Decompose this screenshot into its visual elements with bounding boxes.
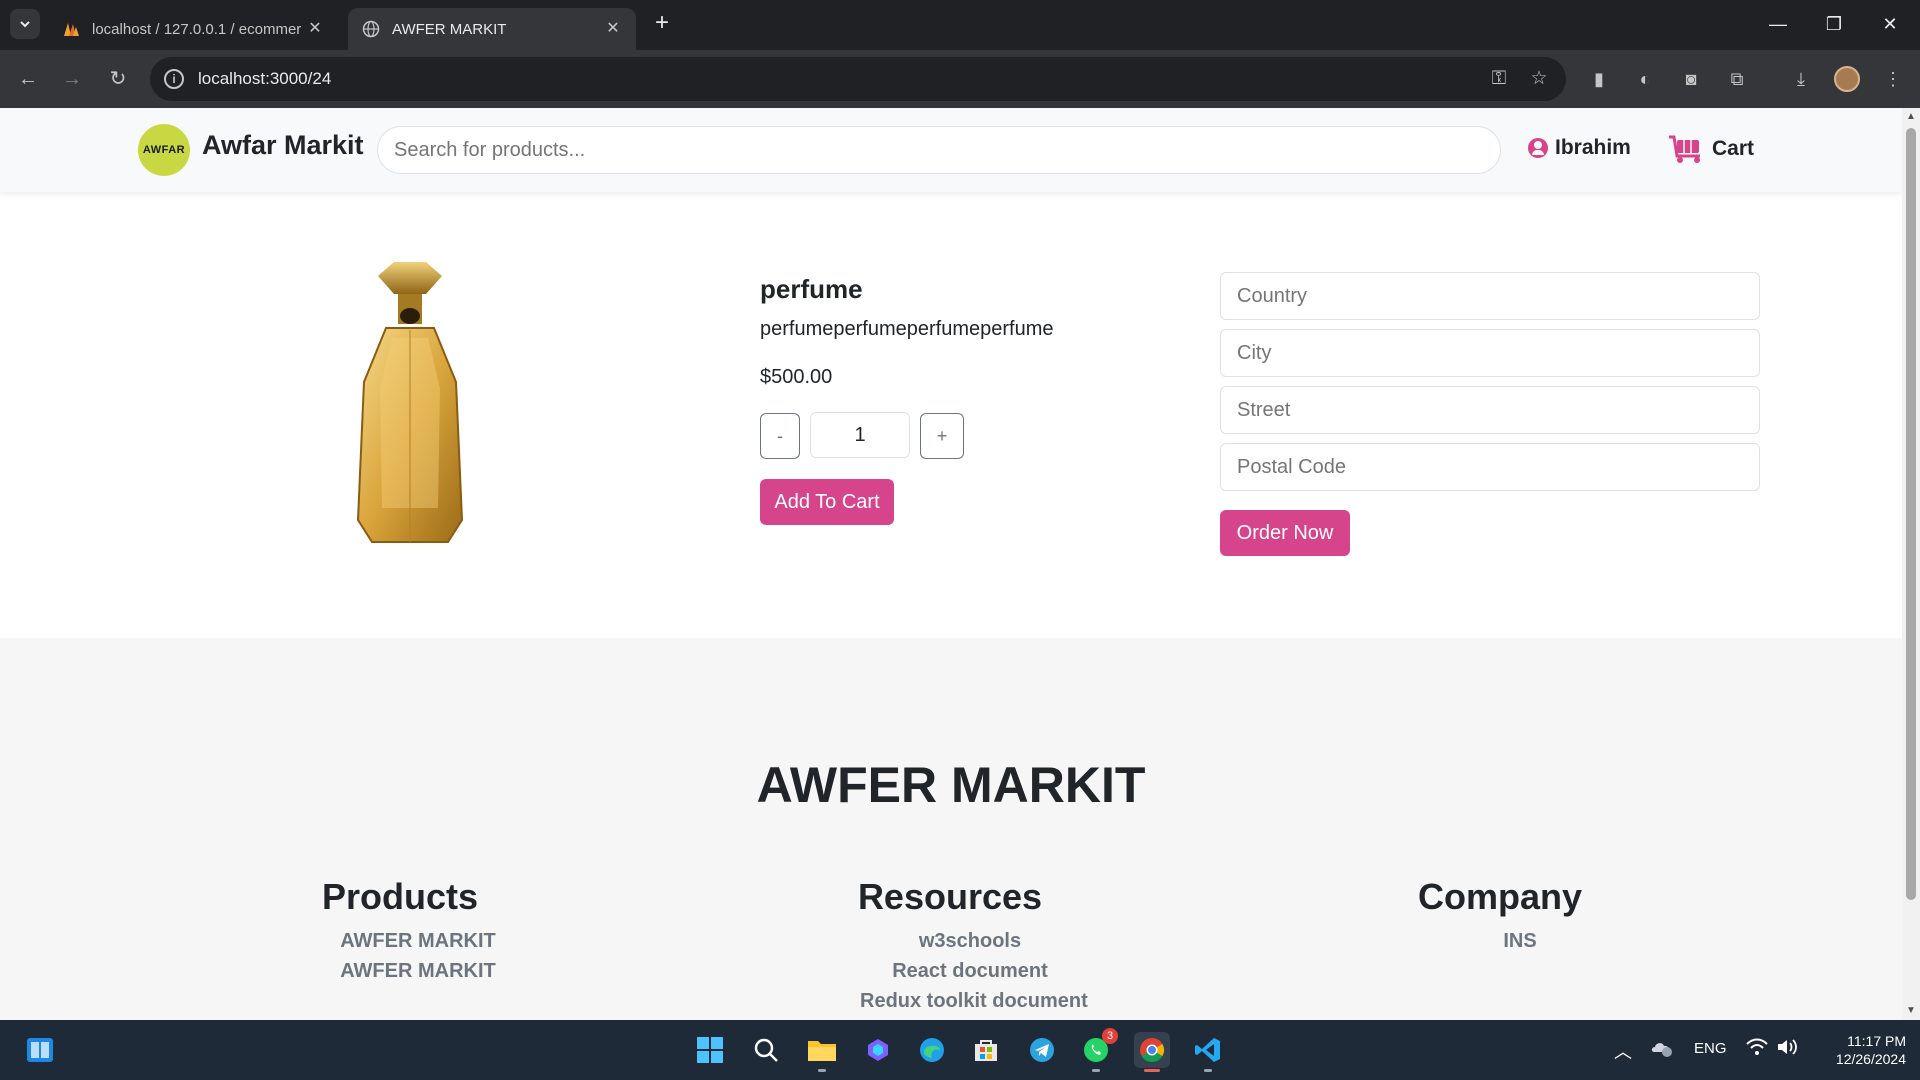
windows-taskbar: 3 ︿ ENG 11:17 PM 12/26/2024 [0, 1020, 1920, 1080]
tab-search-button[interactable] [10, 9, 40, 39]
system-clock[interactable]: 11:17 PM 12/26/2024 [1820, 1032, 1906, 1068]
restore-icon[interactable]: ❐ [1822, 12, 1846, 36]
cart-link[interactable]: Cart [1668, 134, 1754, 164]
file-explorer-icon[interactable] [804, 1032, 840, 1072]
chevron-down-icon [20, 21, 30, 28]
product-description: perfumeperfumeperfumeperfume [760, 318, 1054, 340]
scroll-up-icon[interactable]: ▲ [1906, 112, 1916, 122]
copilot-icon[interactable] [860, 1032, 896, 1068]
back-icon[interactable]: ← [14, 65, 42, 93]
product-image [356, 262, 464, 543]
onedrive-icon[interactable] [1650, 1036, 1674, 1062]
show-hidden-icons-icon[interactable]: ︿ [1614, 1038, 1632, 1064]
page-scrollbar[interactable]: ▲ ▼ [1902, 108, 1920, 1020]
city-field[interactable] [1220, 329, 1760, 377]
footer-resources-column: Resources w3schools React document Redux… [820, 876, 1088, 1016]
url-text: localhost:3000/24 [198, 69, 332, 88]
close-window-icon[interactable]: ✕ [1878, 12, 1902, 36]
order-now-button[interactable]: Order Now [1220, 510, 1350, 556]
street-field[interactable] [1220, 386, 1760, 434]
telegram-icon[interactable] [1024, 1032, 1060, 1068]
user-circle-icon [1528, 138, 1548, 158]
search-icon[interactable] [748, 1032, 784, 1068]
footer-company-heading: Company [1417, 876, 1583, 917]
footer-company-column: Company INS [1400, 876, 1600, 956]
new-tab-button[interactable]: + [650, 11, 674, 36]
add-to-cart-button[interactable]: Add To Cart [760, 479, 894, 525]
tab-phpmyadmin[interactable]: localhost / 127.0.0.1 / ecommer ✕ [48, 8, 338, 50]
tab-title: localhost / 127.0.0.1 / ecommer [92, 20, 302, 38]
camera-icon[interactable]: ◙ [1678, 66, 1704, 92]
vscode-icon[interactable] [1190, 1032, 1226, 1072]
footer-products-column: Products AWFER MARKIT AWFER MARKIT [300, 876, 500, 986]
footer-link[interactable]: INS [1400, 926, 1600, 956]
extensions-puzzle-icon[interactable]: ⧉ [1724, 66, 1750, 92]
footer-resources-heading: Resources [857, 876, 1043, 917]
clock-date: 12/26/2024 [1835, 1051, 1906, 1067]
quantity-input[interactable]: 1 [810, 412, 910, 458]
key-icon[interactable]: ⚿ [1486, 66, 1512, 92]
footer-link[interactable]: Redux toolkit document [820, 986, 1088, 1016]
wifi-icon[interactable] [1746, 1037, 1768, 1061]
scroll-down-icon[interactable]: ▼ [1906, 1006, 1916, 1016]
page-viewport: AWFAR Awfar Markit Ibrahim Cart [0, 108, 1902, 1020]
scrollbar-thumb[interactable] [1906, 128, 1916, 900]
phpmyadmin-icon [64, 23, 79, 36]
footer-products-heading: Products [321, 876, 479, 917]
close-tab-icon[interactable]: ✕ [604, 20, 622, 38]
product-price: $500.00 [760, 366, 833, 388]
whatsapp-badge: 3 [1102, 1028, 1118, 1044]
profile-avatar[interactable] [1834, 66, 1860, 92]
minimize-icon[interactable]: — [1766, 12, 1790, 36]
widgets-icon[interactable] [22, 1032, 58, 1068]
footer-title: AWFER MARKIT [756, 757, 1146, 813]
cart-label: Cart [1712, 137, 1755, 160]
product-name: perfume [760, 274, 863, 304]
edge-icon[interactable] [914, 1032, 950, 1068]
menu-kebab-icon[interactable]: ⋮ [1880, 66, 1906, 92]
microsoft-store-icon[interactable] [968, 1032, 1004, 1068]
country-field[interactable] [1220, 272, 1760, 320]
extension-circle-icon[interactable]: ◐ [1632, 66, 1658, 92]
address-bar[interactable]: i localhost:3000/24 ⚿ ☆ [150, 57, 1566, 101]
site-info-icon[interactable]: i [164, 69, 184, 89]
quantity-decrement-button[interactable]: - [760, 413, 800, 459]
windows-start-icon[interactable] [692, 1032, 728, 1068]
site-header: AWFAR Awfar Markit Ibrahim Cart [0, 108, 1902, 192]
cart-icon [1669, 135, 1700, 163]
logo-text: AWFAR [142, 144, 186, 156]
search-input[interactable] [377, 126, 1501, 174]
globe-icon [362, 20, 380, 38]
postal-code-field[interactable] [1220, 443, 1760, 491]
forward-icon[interactable]: → [58, 65, 86, 93]
extension-docs-icon[interactable]: ▮ [1586, 66, 1612, 92]
footer-link[interactable]: AWFER MARKIT [300, 956, 500, 986]
tab-awfer-markit[interactable]: AWFER MARKIT ✕ [348, 8, 636, 50]
close-tab-icon[interactable]: ✕ [306, 20, 324, 38]
reload-icon[interactable]: ↻ [104, 65, 132, 93]
brand-name[interactable]: Awfar Markit [202, 130, 364, 161]
browser-tab-bar: localhost / 127.0.0.1 / ecommer ✕ AWFER … [0, 0, 1920, 50]
footer-link[interactable]: React document [820, 956, 1080, 986]
tab-title: AWFER MARKIT [392, 20, 507, 38]
bookmark-star-icon[interactable]: ☆ [1526, 66, 1552, 92]
whatsapp-icon[interactable]: 3 [1078, 1028, 1118, 1072]
quantity-increment-button[interactable]: + [920, 413, 964, 459]
browser-toolbar: ← → ↻ i localhost:3000/24 ⚿ ☆ ▮ ◐ ◙ ⧉ ⤓ … [0, 50, 1920, 108]
site-footer: AWFER MARKIT Products AWFER MARKIT AWFER… [0, 638, 1902, 1020]
download-icon[interactable]: ⤓ [1788, 66, 1814, 92]
volume-icon[interactable] [1776, 1037, 1798, 1061]
site-logo[interactable]: AWFAR [138, 124, 190, 176]
clock-time: 11:17 PM [1847, 1033, 1906, 1049]
user-link[interactable]: Ibrahim [1528, 136, 1631, 160]
language-indicator[interactable]: ENG [1694, 1040, 1727, 1057]
chrome-icon[interactable] [1134, 1032, 1170, 1072]
footer-link[interactable]: w3schools [820, 926, 1080, 956]
footer-link[interactable]: AWFER MARKIT [300, 926, 500, 956]
user-name: Ibrahim [1555, 136, 1631, 159]
